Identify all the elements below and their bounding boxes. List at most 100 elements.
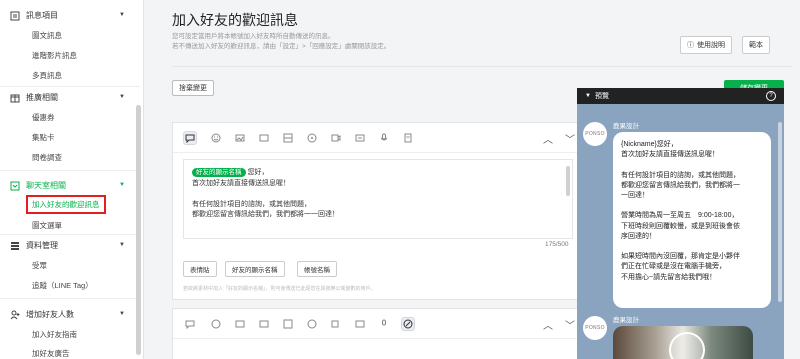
message-card: ︿ ﹀ ✕ 好友的顯示名稱您好， 首次加好友請直接傳送訊息喔！ 有任何設計項目的… [172,122,632,300]
divider [0,170,140,171]
microphone-icon[interactable] [377,317,391,331]
card-message-icon[interactable] [353,131,367,145]
chevron-down-icon[interactable]: ▼ [119,12,125,18]
chevron-up-icon[interactable]: ︿ [541,131,555,146]
chevron-down-icon[interactable]: ▼ [119,182,125,188]
chevron-up-icon[interactable]: ︿ [541,317,555,332]
divider [0,86,140,87]
sidebar-section-data[interactable]: 資料管理 [10,240,58,251]
chat-icon [10,181,20,191]
chat-bubble-icon[interactable] [305,131,319,145]
photo-decoration [669,332,705,359]
description-line: 您可設定當用戶將本帳號加入好友時所自動傳送的訊息。 [172,33,335,40]
sidebar-section-messages[interactable]: 訊息項目 [10,10,58,21]
preview-panel: ▼ 預覽 ? PONSO 鹿果設計 {Nickname}您好， 首次加好友請直接… [577,88,784,359]
text-message-icon[interactable] [183,317,197,331]
message-line: 都歡迎您留言傳訊給我們，我們都將一一回達！ [192,211,339,218]
card-message-icon[interactable] [353,317,367,331]
insert-display-name-button[interactable]: 好友的顯示名稱 [225,261,285,277]
sidebar-item-rich-message[interactable]: 圖文訊息 [32,30,62,41]
sidebar-section-label: 推廣相關 [26,93,58,102]
sidebar-item-greeting-message[interactable]: 加入好友的歡迎訊息 [26,195,106,214]
gift-icon [10,93,20,103]
video-icon[interactable] [329,131,343,145]
sidebar-section-label: 聊天室相關 [26,181,66,190]
image-icon[interactable] [233,131,247,145]
sidebar-section-chat[interactable]: 聊天室相關 [10,180,66,191]
message-type-toolbar: ︿ ﹀ ✕ [173,309,631,339]
message-line: 有任何設計項目的諮詢，或其他問題， [192,200,311,208]
coupon-icon[interactable] [257,131,271,145]
avatar: PONSO [583,316,607,340]
info-icon: ⓘ [687,42,694,49]
sticker-icon[interactable] [209,317,223,331]
sidebar-item-carousel[interactable]: 多頁訊息 [32,70,62,81]
survey-icon[interactable] [401,131,415,145]
message-line: 首次加好友請直接傳送訊息喔！ [192,179,290,187]
discard-changes-button[interactable]: 捨棄變更 [172,80,214,96]
chevron-down-icon[interactable]: ﹀ [563,317,577,332]
preview-title: 預覽 [594,93,609,100]
display-name-chip[interactable]: 好友的顯示名稱 [192,168,246,177]
chevron-down-icon[interactable]: ▼ [119,311,125,317]
sidebar-item-audience[interactable]: 受眾 [32,260,47,271]
sidebar-item-line-tag[interactable]: 追蹤（LINE Tag） [32,280,93,291]
photo-message [613,326,753,359]
help-icon[interactable]: ? [766,91,776,101]
coupon-icon[interactable] [257,317,271,331]
chevron-down-icon[interactable]: ﹀ [563,131,577,146]
database-icon [10,241,20,251]
chevron-down-icon[interactable]: ▼ [119,242,125,248]
text-message-icon[interactable] [183,131,197,145]
character-counter: 175/500 [545,241,569,248]
sidebar-section-label: 資料管理 [26,241,58,250]
sidebar-item-friend-guide[interactable]: 加入好友指南 [32,329,77,340]
account-name: 鹿果設計 [613,123,639,130]
usage-guide-label: 使用說明 [697,42,725,49]
sidebar-item-video-message[interactable]: 進階影片訊息 [32,50,77,61]
sidebar-item-reward-card[interactable]: 集點卡 [32,132,55,143]
account-name: 鹿果設計 [613,317,639,324]
image-icon[interactable] [233,317,247,331]
chevron-down-icon[interactable]: ▼ [119,94,125,100]
message-icon [10,11,20,21]
message-card: ︿ ﹀ ✕ [172,308,632,359]
insert-account-name-button[interactable]: 帳號名稱 [297,261,337,277]
sidebar-section-promotion[interactable]: 推廣相關 [10,92,58,103]
microphone-icon[interactable] [377,131,391,145]
divider [0,234,140,235]
avatar: PONSO [583,122,607,146]
divider [0,298,140,299]
video-icon[interactable] [329,317,343,331]
usage-guide-button[interactable]: ⓘ 使用說明 [680,36,732,54]
divider [172,66,792,67]
sidebar-item-friend-ads[interactable]: 加好友廣告 [32,348,70,359]
sidebar-section-label: 訊息項目 [26,11,58,20]
insert-emoji-button[interactable]: 表情貼 [183,261,217,277]
sample-button[interactable]: 範本 [742,36,770,54]
rich-message-icon[interactable] [281,131,295,145]
sidebar-scrollbar[interactable] [136,105,141,355]
message-type-toolbar: ︿ ﹀ ✕ [173,123,631,153]
chat-bubble-icon[interactable] [305,317,319,331]
chat-bubble: {Nickname}您好， 首次加好友請直接傳送訊息喔！ 有任何設計項目的諮詢，… [613,132,771,308]
page-description: 您可設定當用戶將本帳號加入好友時所自動傳送的訊息。 若不傳送加入好友的歡迎訊息，… [172,32,390,52]
sidebar: 訊息項目 ▼ 圖文訊息 進階影片訊息 多頁訊息 推廣相關 ▼ 優惠券 集點卡 問… [0,0,144,359]
sidebar-section-friends[interactable]: 增加好友人數 [10,309,74,320]
sidebar-item-survey[interactable]: 問卷調查 [32,152,62,163]
survey-icon[interactable] [401,317,415,331]
description-line: 若不傳送加入好友的歡迎訊息，請由「設定」>「回應設定」處關閉該設定。 [172,43,391,50]
editor-scrollbar[interactable] [566,166,570,196]
sidebar-section-label: 增加好友人數 [26,310,74,319]
preview-scrollbar[interactable] [778,122,782,302]
sidebar-item-coupon[interactable]: 優惠券 [32,112,55,123]
sidebar-item-rich-menu[interactable]: 圖文選單 [32,220,62,231]
caret-down-icon[interactable]: ▼ [585,93,591,99]
page-title: 加入好友的歡迎訊息 [172,12,298,28]
preview-header[interactable]: ▼ 預覽 [577,88,784,104]
message-text: 好友的顯示名稱 您好， 首次加好友請直接傳送訊息喔！ 有任何設計項目的諮詢，或其他… [192,168,339,221]
message-editor[interactable]: 好友的顯示名稱 您好， 首次加好友請直接傳送訊息喔！ 有任何設計項目的諮詢，或其他… [183,159,573,239]
hint-text: 若欲將素材中加入「好友的顯示名稱」，則可會傳送已此經您在與我無公衛變數的用戶。 [183,286,376,292]
sticker-icon[interactable] [209,131,223,145]
rich-message-icon[interactable] [281,317,295,331]
